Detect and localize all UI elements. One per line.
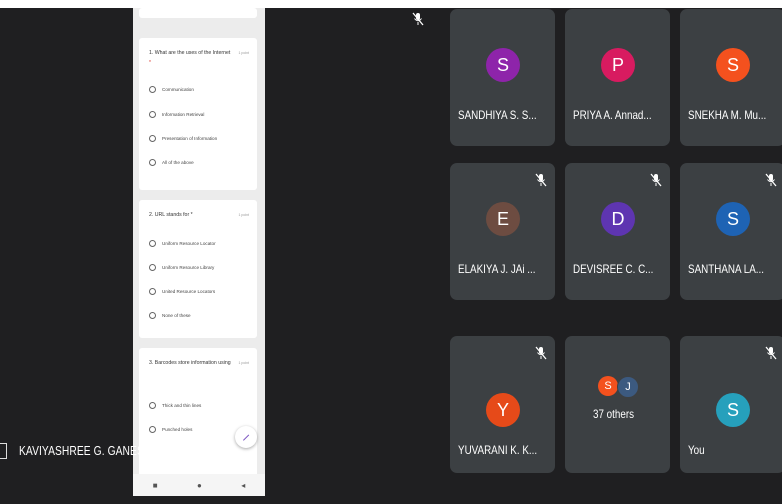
option[interactable]: Uniform Resource Locator bbox=[149, 240, 216, 247]
avatar: E bbox=[486, 202, 520, 236]
participant-tile[interactable]: E ELAKIYA J. JAi ... bbox=[450, 163, 555, 300]
question-points: 1 point bbox=[238, 213, 249, 217]
avatar: S bbox=[716, 48, 750, 82]
question-card-1: 1. What are the uses of the Internet 1 p… bbox=[139, 38, 257, 190]
radio-icon[interactable] bbox=[149, 288, 156, 295]
others-count: 37 others bbox=[593, 407, 635, 421]
participant-tile[interactable]: S SANDHIYA S. S... bbox=[450, 9, 555, 146]
avatar: S bbox=[486, 48, 520, 82]
radio-icon[interactable] bbox=[149, 159, 156, 166]
option[interactable]: Uniform Resource Library bbox=[149, 264, 214, 271]
mic-off-icon bbox=[765, 346, 777, 360]
previous-card bbox=[139, 8, 257, 18]
option[interactable]: Thick and thin lines bbox=[149, 402, 201, 409]
option[interactable]: Presentation of Information bbox=[149, 135, 217, 142]
radio-icon[interactable] bbox=[149, 135, 156, 142]
participant-name: You bbox=[688, 443, 705, 457]
radio-icon[interactable] bbox=[149, 240, 156, 247]
presented-form: 1. What are the uses of the Internet 1 p… bbox=[133, 8, 265, 496]
option[interactable]: None of these bbox=[149, 312, 191, 319]
option[interactable]: Information Retrieval bbox=[149, 111, 204, 118]
mic-off-icon bbox=[412, 12, 424, 26]
participant-tile[interactable]: S SNEKHA M. Mu... bbox=[680, 9, 782, 146]
participant-tile[interactable]: P PRIYA A. Annad... bbox=[565, 9, 670, 146]
option[interactable]: All of the above bbox=[149, 159, 194, 166]
question-points: 1 point bbox=[238, 51, 249, 55]
home-icon[interactable]: ● bbox=[197, 481, 202, 490]
avatar: S bbox=[598, 376, 618, 396]
question-text: 2. URL stands for * bbox=[149, 212, 193, 218]
avatar: D bbox=[601, 202, 635, 236]
participant-name: SNEKHA M. Mu... bbox=[688, 108, 767, 122]
radio-icon[interactable] bbox=[149, 111, 156, 118]
avatar: S bbox=[716, 393, 750, 427]
participant-tile[interactable]: S SANTHANA LA... bbox=[680, 163, 782, 300]
question-points: 1 point bbox=[238, 361, 249, 365]
pencil-icon[interactable] bbox=[235, 426, 257, 448]
screen-top-edge bbox=[0, 0, 782, 8]
participant-name: YUVARANI K. K... bbox=[458, 443, 538, 457]
avatar: J bbox=[617, 376, 639, 398]
phone-nav-bar: ■ ● ◂ bbox=[133, 474, 265, 496]
question-text: 1. What are the uses of the Internet bbox=[149, 50, 231, 56]
others-tile[interactable]: S J 37 others bbox=[565, 336, 670, 473]
participant-name: DEVISREE C. C... bbox=[573, 262, 654, 276]
radio-icon[interactable] bbox=[149, 264, 156, 271]
radio-icon[interactable] bbox=[149, 402, 156, 409]
option[interactable]: Communication bbox=[149, 86, 194, 93]
option[interactable]: Punched holes bbox=[149, 426, 192, 433]
participant-name: SANDHIYA S. S... bbox=[458, 108, 537, 122]
avatar: S bbox=[716, 202, 750, 236]
present-frame-icon bbox=[0, 443, 7, 459]
back-icon[interactable]: ◂ bbox=[241, 481, 245, 490]
question-text: 3. Barcodes store information using bbox=[149, 360, 231, 366]
mic-off-icon bbox=[765, 173, 777, 187]
radio-icon[interactable] bbox=[149, 312, 156, 319]
participant-name: PRIYA A. Annad... bbox=[573, 108, 652, 122]
self-tile[interactable]: S You bbox=[680, 336, 782, 473]
participant-name: ELAKIYA J. JAi ... bbox=[458, 262, 536, 276]
presenter-name: KAVIYASHREE G. GANESANAN bbox=[19, 444, 173, 458]
avatar: Y bbox=[486, 393, 520, 427]
option[interactable]: United Resource Locators bbox=[149, 288, 215, 295]
participant-name: SANTHANA LA... bbox=[688, 262, 765, 276]
participant-tile[interactable]: Y YUVARANI K. K... bbox=[450, 336, 555, 473]
recent-apps-icon[interactable]: ■ bbox=[153, 481, 158, 490]
presenter-label: KAVIYASHREE G. GANESANAN bbox=[0, 440, 206, 462]
radio-icon[interactable] bbox=[149, 86, 156, 93]
radio-icon[interactable] bbox=[149, 426, 156, 433]
mic-off-icon bbox=[535, 346, 547, 360]
mic-off-icon bbox=[650, 173, 662, 187]
participant-tile[interactable]: D DEVISREE C. C... bbox=[565, 163, 670, 300]
avatar: P bbox=[601, 48, 635, 82]
question-card-2: 2. URL stands for * 1 point Uniform Reso… bbox=[139, 200, 257, 338]
mic-off-icon bbox=[535, 173, 547, 187]
